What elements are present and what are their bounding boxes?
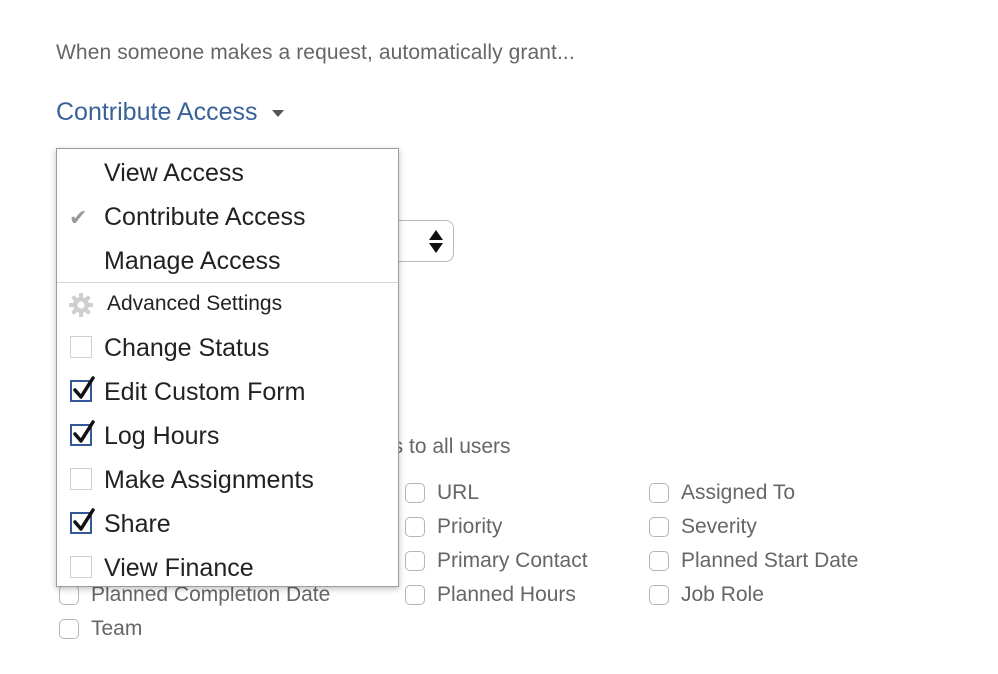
field-primary-contact[interactable]: Primary Contact (405, 547, 588, 575)
advanced-settings-header: Advanced Settings (57, 284, 398, 324)
checkbox[interactable] (59, 619, 79, 639)
field-planned-start-date[interactable]: Planned Start Date (649, 547, 858, 575)
check-icon (73, 508, 95, 531)
checkbox[interactable] (70, 336, 92, 358)
updown-arrows-icon (429, 228, 443, 254)
field-label: Priority (437, 515, 503, 538)
menu-item-label: Contribute Access (104, 202, 306, 231)
permission-log-hours[interactable]: Log Hours (57, 414, 398, 458)
caret-down-icon (271, 110, 284, 117)
permission-view-finance[interactable]: View Finance (57, 546, 398, 590)
field-label: Assigned To (681, 481, 796, 504)
checkbox[interactable] (649, 551, 669, 571)
field-label: URL (437, 481, 480, 504)
permission-share[interactable]: Share (57, 502, 398, 546)
checkbox[interactable] (70, 556, 92, 578)
checkbox[interactable] (70, 468, 92, 490)
checkmark-icon: ✔ (69, 205, 88, 230)
checkbox[interactable] (649, 517, 669, 537)
field-label: Planned Hours (437, 583, 576, 606)
permission-label: Log Hours (104, 421, 220, 450)
checkbox[interactable] (405, 483, 425, 503)
permission-label: Share (104, 509, 171, 538)
field-job-role[interactable]: Job Role (649, 581, 764, 609)
checkbox[interactable] (405, 551, 425, 571)
permission-make-assignments[interactable]: Make Assignments (57, 458, 398, 502)
check-icon (73, 376, 95, 399)
checkbox[interactable] (649, 585, 669, 605)
checkbox[interactable] (405, 517, 425, 537)
access-level-menu: View Access ✔ Contribute Access Manage A… (56, 148, 399, 587)
field-label: Planned Start Date (681, 549, 859, 572)
menu-item-label: View Access (104, 158, 244, 187)
gear-icon (69, 293, 93, 317)
checkbox-checked[interactable] (70, 420, 95, 446)
fields-description: ls to all users (388, 435, 511, 458)
auto-grant-description: When someone makes a request, automatica… (56, 41, 575, 64)
field-label: Job Role (681, 583, 764, 606)
menu-divider (57, 282, 398, 283)
permission-label: Edit Custom Form (104, 377, 306, 406)
field-label: Team (91, 617, 143, 640)
menu-item-contribute-access[interactable]: ✔ Contribute Access (57, 195, 398, 239)
checkbox-checked[interactable] (70, 376, 95, 402)
field-planned-hours[interactable]: Planned Hours (405, 581, 576, 609)
access-level-value: Contribute Access (56, 98, 258, 126)
permission-change-status[interactable]: Change Status (57, 326, 398, 370)
access-level-dropdown[interactable]: Contribute Access (56, 98, 284, 127)
permission-label: View Finance (104, 553, 254, 582)
field-label: Severity (681, 515, 757, 538)
menu-item-label: Manage Access (104, 246, 281, 275)
field-severity[interactable]: Severity (649, 513, 757, 541)
checkbox[interactable] (649, 483, 669, 503)
permission-label: Make Assignments (104, 465, 314, 494)
permission-label: Change Status (104, 333, 270, 362)
advanced-settings-label: Advanced Settings (107, 292, 283, 315)
menu-item-manage-access[interactable]: Manage Access (57, 239, 398, 283)
field-priority[interactable]: Priority (405, 513, 502, 541)
field-assigned-to[interactable]: Assigned To (649, 479, 795, 507)
field-label: Primary Contact (437, 549, 588, 572)
permission-edit-custom-form[interactable]: Edit Custom Form (57, 370, 398, 414)
checkbox[interactable] (405, 585, 425, 605)
menu-item-view-access[interactable]: View Access (57, 151, 398, 195)
field-url[interactable]: URL (405, 479, 479, 507)
field-team[interactable]: Team (59, 615, 142, 643)
checkbox-checked[interactable] (70, 508, 95, 534)
check-icon (73, 420, 95, 443)
